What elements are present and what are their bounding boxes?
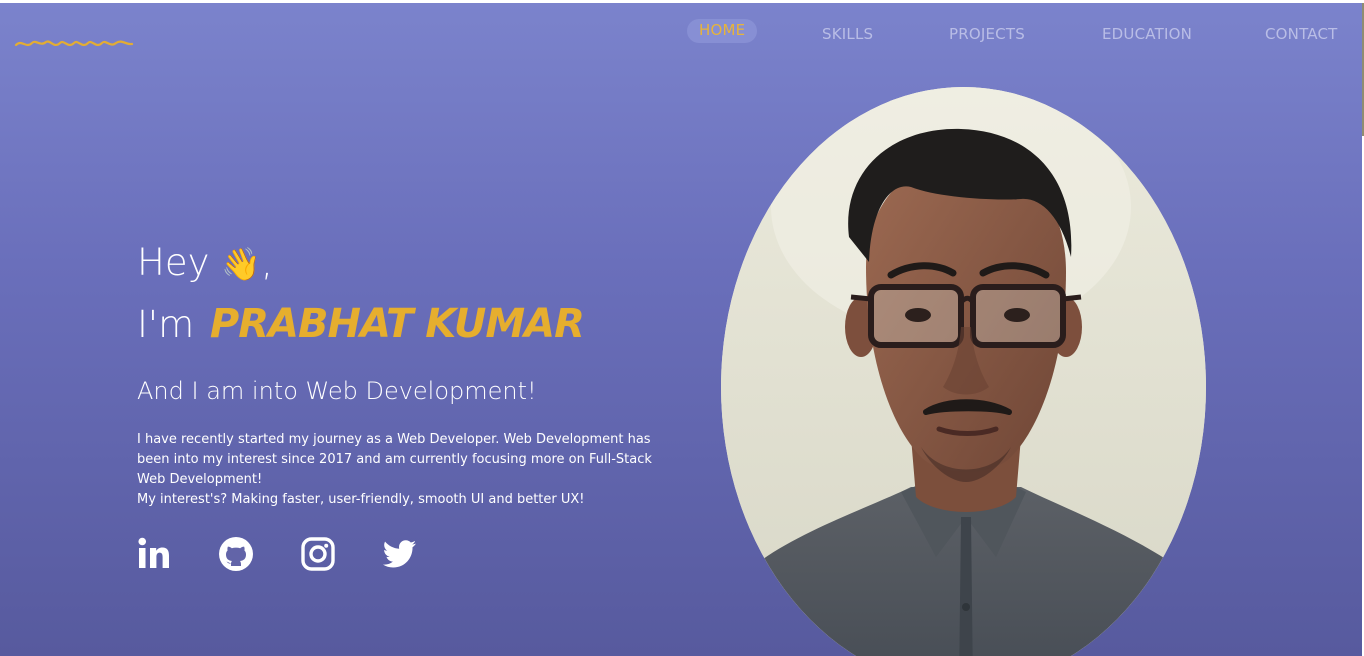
wave-emoji-icon: 👋	[221, 245, 262, 283]
profile-photo	[721, 87, 1206, 656]
nav-item-education[interactable]: EDUCATION	[1102, 25, 1192, 43]
greeting-suffix: ,	[261, 241, 273, 284]
hero-tagline: And I am into Web Development!	[137, 377, 537, 405]
hero-intro: I'm Prabhat Kumar	[137, 301, 585, 347]
twitter-icon[interactable]	[382, 536, 418, 572]
github-icon[interactable]	[218, 536, 254, 572]
nav-item-projects[interactable]: PROJECTS	[949, 25, 1025, 43]
nav-item-skills[interactable]: SKILLS	[822, 25, 873, 43]
nav-item-contact[interactable]: CONTACT	[1265, 25, 1338, 43]
main-nav: HOME SKILLS PROJECTS EDUCATION CONTACT	[0, 3, 1362, 73]
nav-item-home[interactable]: HOME	[687, 19, 758, 43]
description-line: I have recently started my journey as a …	[137, 432, 652, 487]
hero-description: I have recently started my journey as a …	[137, 430, 677, 510]
intro-prefix: I'm	[137, 303, 195, 346]
profile-photo-illustration	[721, 87, 1206, 656]
hero-greeting: Hey 👋,	[137, 241, 273, 284]
description-line: My interest's? Making faster, user-frien…	[137, 492, 585, 507]
hero-name: Prabhat Kumar	[209, 301, 585, 347]
linkedin-icon[interactable]	[137, 536, 173, 572]
hero-section: HOME SKILLS PROJECTS EDUCATION CONTACT H…	[0, 3, 1362, 656]
greeting-text: Hey	[137, 241, 210, 284]
instagram-icon[interactable]	[300, 536, 336, 572]
